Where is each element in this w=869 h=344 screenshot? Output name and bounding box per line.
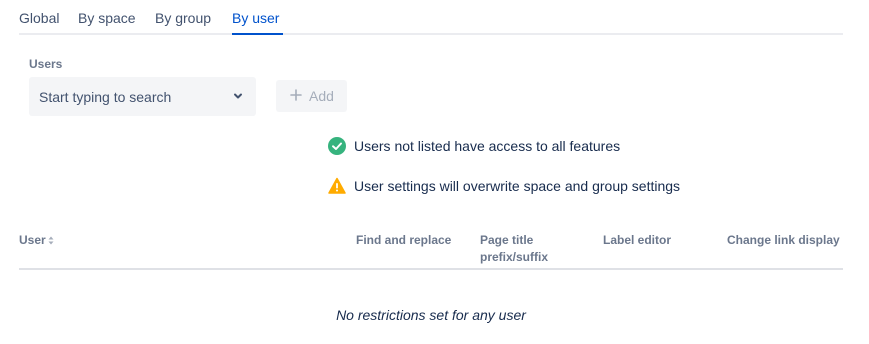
tab-bar: Global By space By group By user [19, 0, 843, 35]
active-tab-indicator [232, 33, 283, 35]
users-field-label: Users [29, 57, 63, 71]
users-search-select[interactable]: Start typing to search [29, 77, 256, 116]
tab-global[interactable]: Global [19, 10, 59, 26]
chevron-down-icon [234, 93, 242, 99]
column-header-label-editor: Label editor [603, 233, 672, 247]
add-button[interactable]: Add [276, 80, 347, 112]
sort-icon[interactable] [48, 236, 54, 245]
column-header-user-label: User [19, 233, 46, 247]
column-header-page-title-prefix-suffix: Page title prefix/suffix [480, 233, 549, 264]
access-note-text: Users not listed have access to all feat… [354, 138, 621, 154]
column-header-user[interactable]: User [19, 232, 54, 249]
column-header-change-link-display: Change link display [727, 233, 840, 247]
empty-state-message: No restrictions set for any user [336, 307, 526, 323]
tab-by-space[interactable]: By space [78, 10, 136, 26]
table-header-divider [19, 268, 843, 270]
plus-icon [290, 89, 302, 101]
warning-icon [328, 177, 346, 194]
column-header-find-and-replace: Find and replace [356, 233, 452, 247]
tab-by-group[interactable]: By group [155, 10, 211, 26]
add-button-label: Add [309, 88, 334, 104]
users-search-placeholder: Start typing to search [39, 89, 172, 105]
check-circle-icon [328, 137, 346, 155]
overwrite-warning-text: User settings will overwrite space and g… [354, 178, 681, 194]
tab-by-user[interactable]: By user [232, 10, 279, 26]
